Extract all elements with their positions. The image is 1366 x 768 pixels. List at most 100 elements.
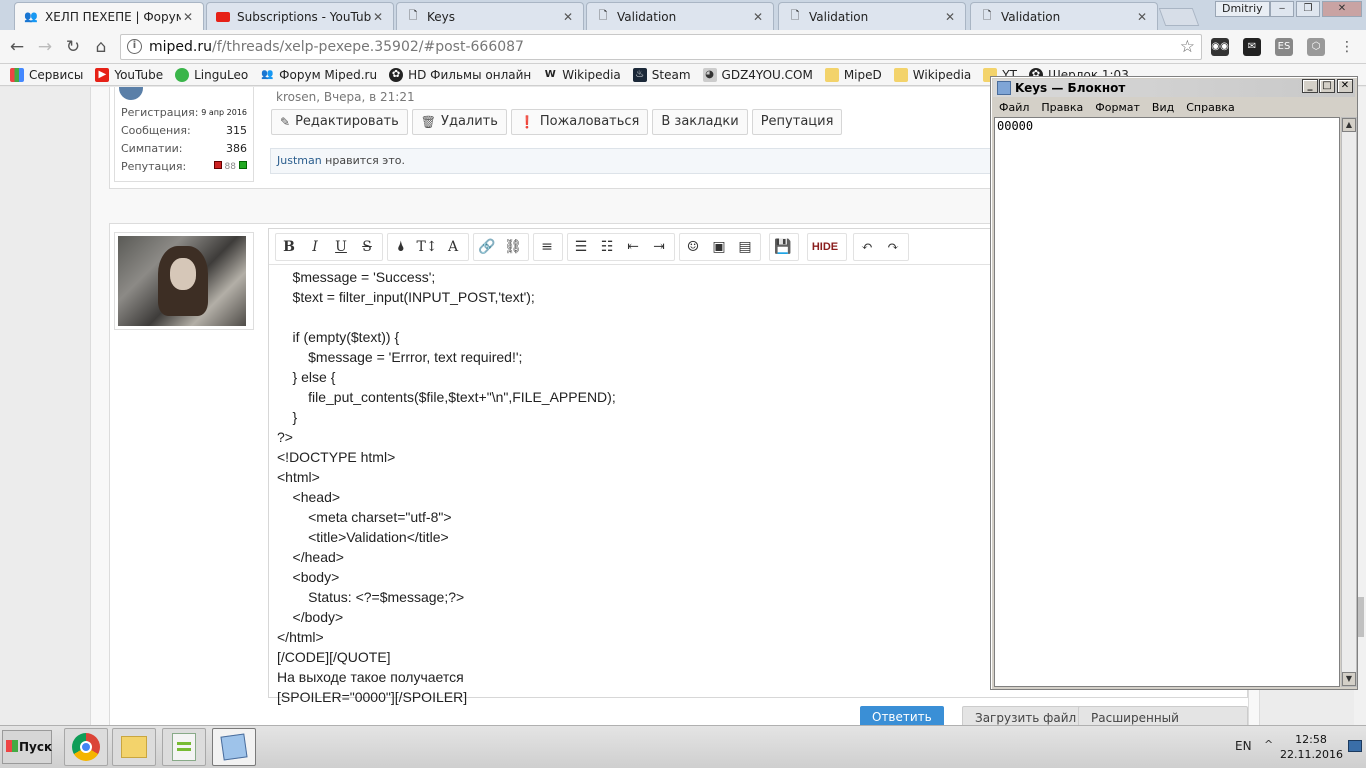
notepad-titlebar[interactable]: Keys — Блокнот <box>993 79 1355 97</box>
new-tab-button[interactable] <box>1158 8 1200 26</box>
strikethrough-icon[interactable]: S <box>354 239 380 255</box>
scroll-down-icon[interactable]: ▼ <box>1342 672 1356 686</box>
menu-format[interactable]: Формат <box>1095 101 1140 114</box>
post-author[interactable]: krosen <box>276 90 316 104</box>
bookmark-item[interactable]: ✿ HD Фильмы онлайн <box>389 67 531 82</box>
italic-icon[interactable]: I <box>302 239 328 255</box>
avatar[interactable] <box>119 87 143 100</box>
back-icon[interactable]: ← <box>6 36 28 58</box>
underline-icon[interactable]: U <box>328 239 354 255</box>
scroll-up-icon[interactable]: ▲ <box>1342 118 1356 132</box>
smiley-icon[interactable]: ☺ <box>680 239 706 255</box>
advanced-mode-button[interactable]: Расширенный режим... <box>1078 706 1248 725</box>
notepad-window: Keys — Блокнот _ □ ✕ Файл Правка Формат … <box>990 76 1358 690</box>
indent-icon[interactable]: ⇥ <box>646 239 672 255</box>
notepad-scrollbar[interactable]: ▲ ▼ <box>1341 117 1357 687</box>
edit-button[interactable]: ✎ Редактировать <box>271 109 408 135</box>
menu-edit[interactable]: Правка <box>1041 101 1083 114</box>
tab-keys[interactable]: 🗋 Keys ✕ <box>396 2 584 30</box>
forward-icon[interactable]: → <box>34 36 56 58</box>
bookmark-item[interactable]: LinguLeo <box>175 67 248 82</box>
close-icon[interactable]: ✕ <box>751 10 765 24</box>
minimize-button[interactable]: _ <box>1302 79 1318 93</box>
link-icon[interactable]: 🔗 <box>474 239 500 255</box>
like-user-link[interactable]: Justman <box>277 154 322 167</box>
bookmark-folder[interactable]: MipeD <box>824 67 882 82</box>
video-icon[interactable]: ▤ <box>732 239 758 255</box>
extension-cube-icon[interactable]: ⬡ <box>1307 38 1325 56</box>
menu-file[interactable]: Файл <box>999 101 1029 114</box>
reputation-button[interactable]: Репутация <box>751 109 843 135</box>
bookmark-folder[interactable]: Wikipedia <box>893 67 971 82</box>
font-size-icon[interactable]: T↕ <box>414 239 440 255</box>
bookmark-star-icon[interactable]: ☆ <box>1180 35 1195 59</box>
hide-button[interactable]: HIDE <box>808 241 842 253</box>
close-button[interactable]: ✕ <box>1337 79 1353 93</box>
save-draft-icon[interactable]: 💾 <box>770 239 796 255</box>
tab-validation-2[interactable]: 🗋 Validation ✕ <box>778 2 966 30</box>
tab-forum[interactable]: 👥 ХЕЛП ПЕХЕПЕ | Форум Miped.ru ✕ <box>14 2 204 30</box>
tray-expand-icon[interactable]: ^ <box>1264 738 1273 751</box>
close-window-button[interactable]: ✕ <box>1322 1 1362 17</box>
home-icon[interactable]: ⌂ <box>90 36 112 58</box>
menu-help[interactable]: Справка <box>1186 101 1234 114</box>
undo-icon[interactable]: ↶ <box>854 239 880 255</box>
avatar[interactable] <box>118 236 246 326</box>
post-meta: krosen, Вчера, в 21:21 <box>276 90 415 104</box>
submit-reply-button[interactable]: Ответить <box>860 706 944 725</box>
close-icon[interactable]: ✕ <box>1135 10 1149 24</box>
close-icon[interactable]: ✕ <box>181 10 195 24</box>
taskbar-explorer[interactable] <box>112 728 156 766</box>
outdent-icon[interactable]: ⇤ <box>620 239 646 255</box>
text-color-icon[interactable]: 🌢 <box>388 239 414 255</box>
notepad-text-area[interactable]: 00000 <box>994 117 1340 687</box>
bookmark-item[interactable]: ▶ YouTube <box>95 67 163 82</box>
info-icon[interactable]: i <box>127 39 142 54</box>
close-icon[interactable]: ✕ <box>561 10 575 24</box>
taskbar-chrome[interactable] <box>64 728 108 766</box>
minimize-button[interactable]: ‒ <box>1270 1 1294 17</box>
address-bar[interactable]: i miped.ru/f/threads/xelp-pexepe.35902/#… <box>120 34 1202 60</box>
reputation-plus-icon[interactable] <box>239 161 247 169</box>
show-desktop-icon[interactable] <box>1348 740 1362 752</box>
close-icon[interactable]: ✕ <box>371 10 385 24</box>
unlink-icon[interactable]: ⛓ <box>500 239 526 255</box>
bookmark-item[interactable]: ♨ Steam <box>632 67 691 82</box>
clock[interactable]: 12:58 22.11.2016 <box>1280 732 1343 762</box>
tab-validation-1[interactable]: 🗋 Validation ✕ <box>586 2 774 30</box>
numbered-list-icon[interactable]: ☷ <box>594 239 620 255</box>
close-icon[interactable]: ✕ <box>943 10 957 24</box>
profile-button[interactable]: Dmitriy <box>1215 1 1270 17</box>
youtube-icon <box>215 9 231 25</box>
tab-youtube[interactable]: Subscriptions - YouTube ✕ <box>206 2 394 30</box>
bookmark-button[interactable]: В закладки <box>652 109 748 135</box>
bookmark-item[interactable]: 👥 Форум Miped.ru <box>260 68 377 82</box>
upload-file-button[interactable]: Загрузить файл <box>962 706 1090 725</box>
restore-button[interactable]: ❐ <box>1296 1 1320 17</box>
extension-glasses-icon[interactable]: ◉◉ <box>1211 38 1229 56</box>
report-button[interactable]: ❗ Пожаловаться <box>510 109 649 135</box>
menu-view[interactable]: Вид <box>1152 101 1174 114</box>
extension-mail-icon[interactable]: ✉ <box>1243 38 1261 56</box>
menu-icon[interactable]: ⋮ <box>1338 38 1356 56</box>
post-date[interactable]: Вчера, в 21:21 <box>324 90 415 104</box>
image-icon[interactable]: ▣ <box>706 239 732 255</box>
bookmark-item[interactable]: Сервисы <box>10 67 83 82</box>
tab-validation-3[interactable]: 🗋 Validation ✕ <box>970 2 1158 30</box>
maximize-button[interactable]: □ <box>1319 79 1335 93</box>
start-button[interactable]: Пуск <box>2 730 52 764</box>
bullet-list-icon[interactable]: ☰ <box>568 239 594 255</box>
font-family-icon[interactable]: A <box>440 239 466 255</box>
delete-button[interactable]: 🗑 Удалить <box>411 109 507 135</box>
reputation-minus-icon[interactable] <box>213 161 222 169</box>
taskbar-notepadpp[interactable] <box>162 728 206 766</box>
redo-icon[interactable]: ↷ <box>880 239 906 255</box>
align-left-icon[interactable]: ≡ <box>534 239 560 255</box>
extension-es-icon[interactable]: ES <box>1275 38 1293 56</box>
bold-icon[interactable]: B <box>276 239 302 255</box>
taskbar-notepad[interactable] <box>212 728 256 766</box>
bookmark-item[interactable]: ◕ GDZ4YOU.COM <box>702 67 813 82</box>
language-indicator[interactable]: EN <box>1235 739 1252 753</box>
reload-icon[interactable]: ↻ <box>62 36 84 58</box>
bookmark-item[interactable]: W Wikipedia <box>543 68 621 82</box>
